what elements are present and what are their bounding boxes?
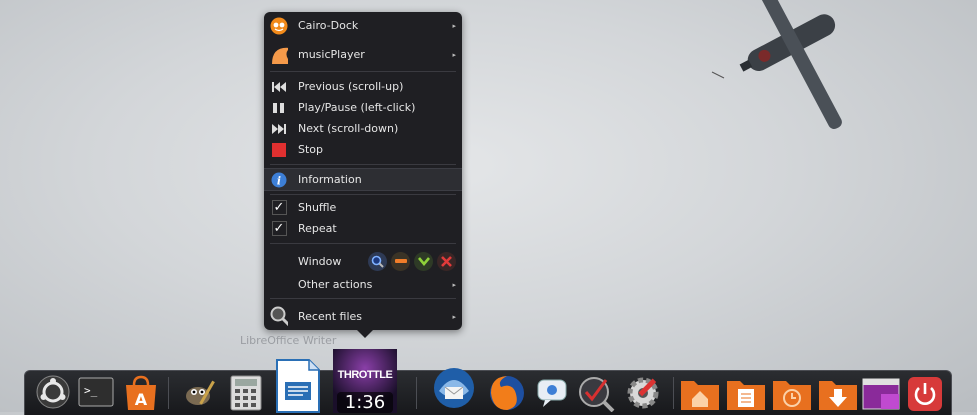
calculator-icon[interactable] xyxy=(227,374,265,412)
stop-icon xyxy=(270,141,288,159)
menu-item-previous[interactable]: Previous (scroll-up) xyxy=(264,76,462,97)
clock-time: 1:36 xyxy=(337,392,393,413)
menu-pointer xyxy=(356,329,374,338)
submenu-arrow-icon: ▸ xyxy=(452,312,456,321)
pause-icon xyxy=(270,99,288,117)
menu-item-shuffle[interactable]: ✓ Shuffle xyxy=(264,197,462,218)
minimize-icon[interactable] xyxy=(391,252,410,271)
ubuntu-icon[interactable] xyxy=(35,374,71,410)
context-menu: Cairo-Dock ▸ musicPlayer ▸ Previous (scr… xyxy=(264,12,462,330)
menu-item-play-pause[interactable]: Play/Pause (left-click) xyxy=(264,97,462,118)
menu-separator xyxy=(270,243,456,244)
gimp-icon[interactable] xyxy=(177,375,219,411)
menu-item-stop[interactable]: Stop xyxy=(264,139,462,160)
menu-item-label: Recent files xyxy=(298,310,362,323)
album-title: THROTTLE xyxy=(337,369,393,381)
menu-item-repeat[interactable]: ✓ Repeat xyxy=(264,218,462,239)
software-center-icon[interactable]: A xyxy=(121,374,161,412)
dock-separator xyxy=(416,377,417,409)
menu-item-label: Repeat xyxy=(298,222,337,235)
power-icon[interactable] xyxy=(905,374,945,414)
music-player-icon[interactable]: THROTTLE 1:36 xyxy=(333,349,397,413)
previous-icon xyxy=(270,78,288,96)
menu-item-label: Stop xyxy=(298,143,324,156)
submenu-arrow-icon: ▸ xyxy=(452,280,456,289)
svg-text:A: A xyxy=(135,390,148,409)
terminal-icon[interactable]: >_ xyxy=(77,375,115,409)
desktop-wallpaper xyxy=(0,0,977,412)
menu-item-music-player[interactable]: musicPlayer ▸ xyxy=(264,44,462,65)
menu-separator xyxy=(270,194,456,195)
checkmark-icon: ✓ xyxy=(271,200,287,215)
messaging-icon[interactable] xyxy=(533,374,571,412)
repeat-checkbox[interactable]: ✓ xyxy=(270,220,288,238)
recent-folder-icon[interactable] xyxy=(771,375,813,413)
menu-item-cairo-dock[interactable]: Cairo-Dock ▸ xyxy=(264,15,462,36)
documents-folder-icon[interactable] xyxy=(725,375,767,413)
menu-item-label: musicPlayer xyxy=(298,48,365,61)
dock-separator xyxy=(168,377,169,409)
menu-separator xyxy=(270,164,456,165)
menu-item-label: Window xyxy=(298,255,342,268)
shuffle-checkbox[interactable]: ✓ xyxy=(270,199,288,217)
home-folder-icon[interactable] xyxy=(679,375,721,413)
system-monitor-icon[interactable] xyxy=(575,373,617,413)
menu-item-label: Next (scroll-down) xyxy=(298,122,399,135)
menu-item-next[interactable]: Next (scroll-down) xyxy=(264,118,462,139)
airplane-image xyxy=(711,0,842,129)
menu-item-label: Information xyxy=(298,173,362,186)
svg-text:i: i xyxy=(277,174,281,187)
dock-panel: >_ A THROTTLE 1:36 xyxy=(24,349,952,415)
music-player-icon xyxy=(270,46,288,64)
cairo-dock-icon xyxy=(270,17,288,35)
window-button-group xyxy=(368,252,460,271)
maximize-icon[interactable] xyxy=(414,252,433,271)
magnify-icon[interactable] xyxy=(368,252,387,271)
menu-item-window: Window xyxy=(264,251,462,272)
recent-files-icon xyxy=(270,306,288,326)
thunderbird-icon[interactable] xyxy=(429,363,479,413)
menu-item-label: Shuffle xyxy=(298,201,337,214)
menu-item-label: Cairo-Dock xyxy=(298,19,359,32)
dock-hover-label: LibreOffice Writer xyxy=(240,334,337,347)
menu-separator xyxy=(270,298,456,299)
workspace-icon[interactable] xyxy=(861,375,901,413)
checkmark-icon: ✓ xyxy=(271,221,287,236)
information-icon: i xyxy=(270,171,288,189)
downloads-folder-icon[interactable] xyxy=(817,375,859,413)
menu-item-other-actions[interactable]: Other actions ▸ xyxy=(264,274,462,295)
settings-icon[interactable] xyxy=(621,372,665,414)
firefox-icon[interactable] xyxy=(486,372,528,414)
libreoffice-writer-icon[interactable] xyxy=(273,357,323,415)
menu-item-information[interactable]: i Information xyxy=(264,168,462,191)
menu-separator xyxy=(270,71,456,72)
svg-text:>_: >_ xyxy=(84,384,98,397)
menu-item-recent-files[interactable]: Recent files ▸ xyxy=(264,306,462,327)
dock-separator xyxy=(673,377,674,409)
menu-item-label: Play/Pause (left-click) xyxy=(298,101,416,114)
menu-item-label: Previous (scroll-up) xyxy=(298,80,404,93)
menu-item-label: Other actions xyxy=(298,278,373,291)
close-icon[interactable] xyxy=(437,252,456,271)
next-icon xyxy=(270,120,288,138)
submenu-arrow-icon: ▸ xyxy=(452,21,456,30)
submenu-arrow-icon: ▸ xyxy=(452,50,456,59)
